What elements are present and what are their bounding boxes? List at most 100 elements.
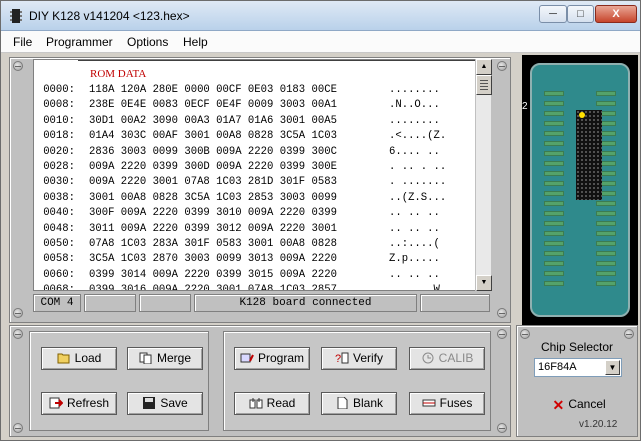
minimize-button[interactable]: ─ <box>539 5 567 23</box>
menu-options[interactable]: Options <box>127 35 168 49</box>
pin1-marker-icon <box>579 112 585 118</box>
rom-row-addr: 0050: <box>43 238 75 250</box>
window-title: DIY K128 v141204 <123.hex> <box>29 9 190 23</box>
calib-button[interactable]: CALIB <box>409 347 485 370</box>
verify-icon: ? <box>335 352 349 364</box>
rom-row-words: 07A8 1C03 283A 301F 0583 3001 00A8 0828 <box>89 238 337 250</box>
blank-button[interactable]: Blank <box>321 392 397 415</box>
zif-socket-board <box>530 63 630 317</box>
socket-pin <box>544 91 564 96</box>
screw-icon <box>624 329 634 339</box>
rom-row-ascii: ........ <box>389 114 440 127</box>
load-button[interactable]: Load <box>41 347 117 370</box>
screw-icon <box>13 61 23 71</box>
rom-row-words: 01A4 303C 00AF 3001 00A8 0828 3C5A 1C03 <box>89 130 337 143</box>
clock-icon <box>422 352 434 364</box>
socket-pin <box>544 121 564 126</box>
rom-row-ascii: .N..O... <box>389 99 440 112</box>
rom-row-addr: 0060: <box>43 268 75 281</box>
socket-pin <box>544 131 564 136</box>
rom-row-words: 0399 3014 009A 2220 0399 3015 009A 2220 <box>89 268 337 281</box>
socket-pin <box>596 231 616 236</box>
socket-pin <box>544 231 564 236</box>
rom-row-ascii: . .. . .. <box>389 161 447 173</box>
rom-row-words: 300F 009A 2220 0399 3010 009A 2220 0399 <box>89 207 337 220</box>
cancel-button[interactable]: ✕ Cancel <box>543 394 615 417</box>
socket-pin <box>544 141 564 146</box>
merge-label: Merge <box>156 351 191 365</box>
svg-text:?: ? <box>335 353 341 364</box>
rom-row-addr: 0018: <box>43 130 75 143</box>
merge-icon <box>139 352 152 364</box>
screw-icon <box>13 329 23 339</box>
rom-row-addr: 0040: <box>43 207 75 220</box>
socket-pin <box>544 241 564 246</box>
rom-row: 0018: 01A4 303C 00AF 3001 00A8 0828 3C5A … <box>34 130 474 145</box>
verify-label: Verify <box>352 351 383 365</box>
close-button[interactable]: X <box>595 5 637 23</box>
title-bar: DIY K128 v141204 <123.hex> ─ □ X <box>1 1 640 31</box>
program-label: Program <box>257 351 304 365</box>
screw-icon <box>497 61 507 71</box>
socket-pin <box>544 191 564 196</box>
socket-pin <box>596 221 616 226</box>
socket-pin <box>596 201 616 206</box>
rom-row-ascii: Z.p..... <box>389 253 447 266</box>
status-cell-empty <box>139 294 191 312</box>
chip-socket-view: 2 <box>522 55 638 325</box>
merge-button[interactable]: Merge <box>127 347 203 370</box>
rom-row-ascii: 6.... .. <box>389 145 447 158</box>
socket-pin <box>596 101 616 106</box>
fuses-label: Fuses <box>439 396 473 410</box>
screw-icon <box>497 329 507 339</box>
rom-row-words: 009A 2220 0399 300D 009A 2220 0399 300E <box>89 161 337 173</box>
rom-row: 0008: 238E 0E4E 0083 0ECF 0E4F 0009 3003 … <box>34 99 474 114</box>
menu-programmer[interactable]: Programmer <box>46 35 113 49</box>
rom-scrollbar[interactable]: ▲ ▼ <box>475 59 492 291</box>
socket-pin <box>544 261 564 266</box>
refresh-button[interactable]: Refresh <box>41 392 117 415</box>
rom-row: 0068: 0399 3016 009A 2220 3001 07A8 1C03 … <box>34 284 474 291</box>
socket-pin <box>544 251 564 256</box>
version-watermark: v1.20.12 <box>579 419 618 430</box>
rom-row-addr: 0030: <box>43 176 75 189</box>
menu-help[interactable]: Help <box>183 35 208 49</box>
device-group <box>223 331 491 431</box>
socket-pin <box>544 211 564 216</box>
blank-label: Blank <box>352 396 384 410</box>
read-button[interactable]: Read <box>234 392 310 415</box>
screw-icon <box>497 308 507 318</box>
rom-row: 0040: 300F 009A 2220 0399 3010 009A 2220 … <box>34 207 474 222</box>
read-label: Read <box>266 396 296 410</box>
save-button[interactable]: Save <box>127 392 203 415</box>
menu-file[interactable]: File <box>13 35 32 49</box>
fuses-icon <box>422 399 436 407</box>
scroll-thumb[interactable] <box>476 75 492 95</box>
verify-button[interactable]: ? Verify <box>321 347 397 370</box>
maximize-button[interactable]: □ <box>567 5 594 23</box>
screw-icon <box>13 308 23 318</box>
rom-row-addr: 0008: <box>43 99 75 112</box>
fuses-button[interactable]: Fuses <box>409 392 485 415</box>
rom-row-ascii: . ....... <box>389 176 447 189</box>
chevron-down-icon[interactable]: ▼ <box>605 360 620 375</box>
rom-row-words: 238E 0E4E 0083 0ECF 0E4F 0009 3003 00A1 <box>89 99 337 112</box>
socket-pin <box>596 91 616 96</box>
rom-row-addr: 0058: <box>43 253 75 266</box>
rom-row-ascii: ..(Z.S... <box>389 191 447 204</box>
rom-row: 0038: 3001 00A8 0828 3C5A 1C03 2853 3003 … <box>34 192 474 207</box>
chip-select-value: 16F84A <box>538 361 577 373</box>
scroll-up-icon[interactable]: ▲ <box>476 59 492 75</box>
socket-pin <box>544 171 564 176</box>
file-group <box>29 331 209 431</box>
status-cell-empty <box>84 294 136 312</box>
socket-pin <box>544 151 564 156</box>
rom-data-view[interactable]: ROM DATA 0000: 118A 120A 280E 0000 00CF 0… <box>33 59 490 291</box>
program-button[interactable]: Program <box>234 347 310 370</box>
menu-bar: File Programmer Options Help <box>1 31 640 53</box>
chip-select[interactable]: 16F84A ▼ <box>534 358 622 377</box>
rom-row-ascii: .. ....W <box>389 284 440 291</box>
socket-pin <box>544 101 564 106</box>
rom-row-words: 0399 3016 009A 2220 3001 07A8 1C03 2857 <box>89 284 337 291</box>
scroll-down-icon[interactable]: ▼ <box>476 275 492 291</box>
